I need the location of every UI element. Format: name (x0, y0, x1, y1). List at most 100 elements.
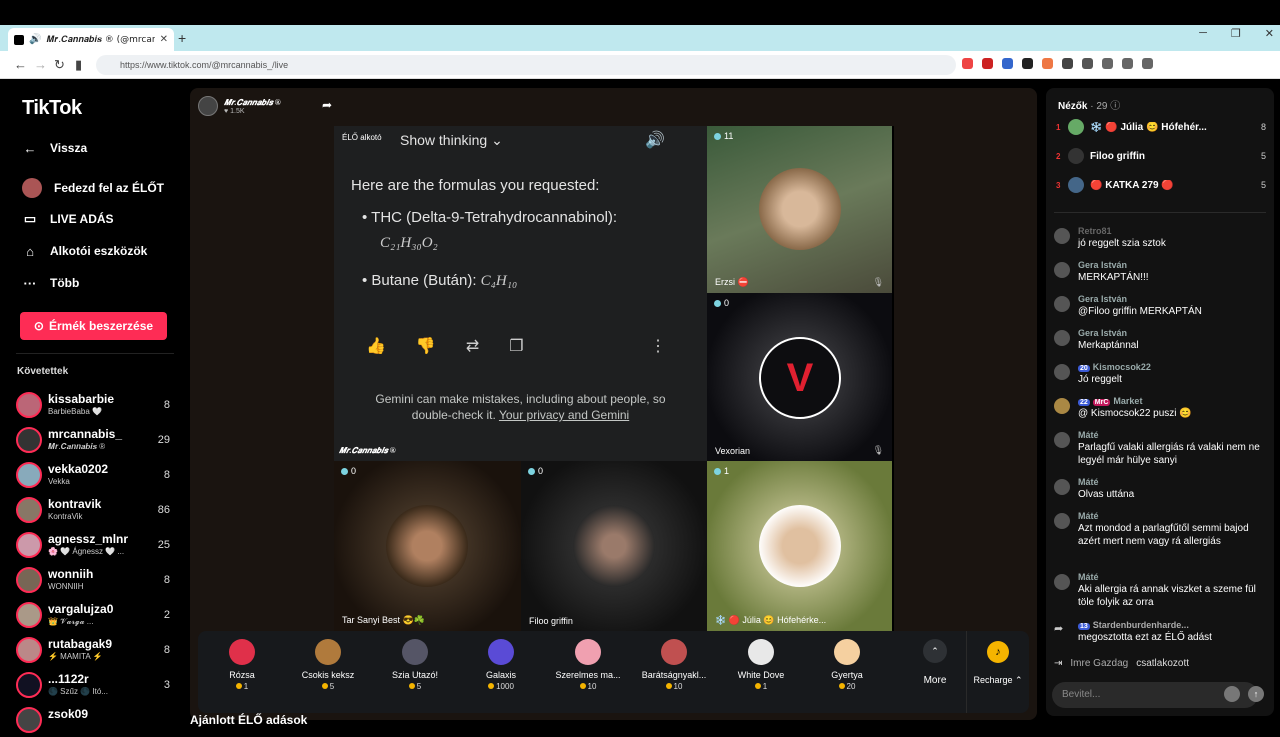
avatar[interactable] (1054, 296, 1070, 312)
guest-tile[interactable]: 0 Filoo griffin (521, 461, 707, 631)
gemini-intro: Here are the formulas you requested: (351, 177, 600, 194)
reload-icon[interactable]: ↻ (54, 57, 65, 73)
gift-item[interactable]: Galaxis 1000 (459, 639, 543, 691)
following-item[interactable]: vekka0202 Vekka 8 (16, 460, 176, 492)
gift-item[interactable]: Rózsa 1 (200, 639, 284, 691)
menu-icon[interactable] (1142, 58, 1153, 69)
new-tab-icon[interactable]: + (178, 30, 186, 46)
top-viewer[interactable]: 1 ❄️ 🔴 Júlia 😊 Hófehér... 8 (1056, 117, 1266, 137)
gift-bar: Rózsa 1 Csokis keksz 5 Szia Utazó! 5 Gal… (198, 631, 1029, 713)
close-window-icon[interactable]: ✕ (1265, 27, 1274, 40)
extension-icon[interactable] (982, 58, 993, 69)
volume-icon[interactable]: 🔊 (645, 130, 665, 150)
more-gifts-button[interactable]: ⌃ More (917, 639, 953, 686)
galaxy-gift-icon (488, 639, 514, 665)
thumbs-down-icon[interactable]: 👎 (416, 336, 436, 356)
sidebar-item-more[interactable]: ··· Több (22, 275, 80, 291)
sidebar-item-live[interactable]: ▭ LIVE ADÁS (22, 211, 114, 227)
avatar[interactable] (1054, 574, 1070, 590)
avatar[interactable] (1054, 228, 1070, 244)
privacy-link[interactable]: Your privacy and Gemini (499, 408, 629, 422)
candle-gift-icon (834, 639, 860, 665)
thumbs-up-icon[interactable]: 👍 (366, 336, 386, 356)
following-item[interactable]: wonniih WONNIIH 8 (16, 565, 176, 597)
following-item[interactable]: kissabarbie BarbieBaba 🤍 8 (16, 390, 176, 422)
extension-icon[interactable] (1062, 58, 1073, 69)
avatar[interactable] (1054, 364, 1070, 380)
guest-tile[interactable]: 1 ❄️ 🔴 Júlia 😊 Hófehérke... (707, 461, 892, 631)
speaker-icon[interactable]: 🔊 (29, 34, 41, 45)
avatar (16, 672, 42, 698)
url-field[interactable]: https://www.tiktok.com/@mrcannabis_/live (96, 55, 956, 75)
following-item[interactable]: agnessz_mlnr 🌸 🤍 Ágnessz 🤍 ... 25 (16, 530, 176, 562)
avatar (16, 637, 42, 663)
avatar[interactable] (1054, 479, 1070, 495)
avatar[interactable] (1054, 330, 1070, 346)
puzzle-icon[interactable] (1082, 58, 1093, 69)
wallet-icon[interactable] (1122, 58, 1133, 69)
extension-icon[interactable] (1022, 58, 1033, 69)
copy-icon[interactable]: ❐ (509, 336, 523, 356)
following-item[interactable]: mrcannabis_ 𝑴𝒓.𝑪𝒂𝒏𝒏𝒂𝒃𝒊𝒔 ® 29 (16, 425, 176, 457)
close-tab-icon[interactable]: ✕ (160, 34, 168, 45)
brave-icon[interactable] (962, 58, 973, 69)
following-item[interactable]: rutabagak9 ⚡ MAMITA ⚡ 8 (16, 635, 176, 667)
back-icon[interactable]: ← (14, 57, 27, 72)
host-info[interactable]: 𝑴𝒓.𝑪𝒂𝒏𝒏𝒂𝒃𝒊𝒔 ® ♥ 1.5K (198, 96, 281, 116)
share-icon: ➦ (1054, 623, 1064, 635)
muted-mic-icon: 🎙 (872, 277, 884, 287)
browser-tab[interactable]: 🔊 𝑴𝒓.𝑪𝒂𝒏𝒏𝒂𝒃𝒊𝒔 ® (@mrcannabis_ ✕ (8, 28, 174, 51)
avatar (16, 567, 42, 593)
extension-icon[interactable] (1042, 58, 1053, 69)
sidebar-icon[interactable] (1102, 58, 1113, 69)
more-vert-icon[interactable]: ⋮ (650, 336, 666, 356)
viewers-header[interactable]: Nézők · 29 ⓘ (1058, 97, 1120, 112)
gift-item[interactable]: Szerelmes ma... 10 (546, 639, 630, 691)
live-creator-badge: ÉLŐ alkotó (342, 133, 382, 142)
avatar[interactable] (1054, 513, 1070, 529)
top-viewer[interactable]: 3 🔴 KATKA 279 🔴 5 (1056, 175, 1266, 195)
avatar (16, 462, 42, 488)
avatar[interactable] (1054, 398, 1070, 414)
guest-tile[interactable]: 11 Erzsi ⛔ 🎙 (707, 126, 892, 293)
get-coins-button[interactable]: ⊙ Érmék beszerzése (20, 312, 167, 340)
guest-tile[interactable]: 0 Tar Sanyi Best 😎☘️ (334, 461, 521, 631)
gift-item[interactable]: Gyertya 20 (805, 639, 889, 691)
recharge-button[interactable]: ♪ Recharge ⌃ (966, 631, 1029, 713)
sidebar-item-creator-tools[interactable]: ⌂ Alkotói eszközök (22, 243, 147, 259)
tiktok-logo[interactable]: TikTok (22, 97, 82, 120)
gift-item[interactable]: Barátságnyakl... 10 (632, 639, 716, 691)
gift-item[interactable]: Csokis keksz 5 (286, 639, 370, 691)
share-icon[interactable]: ➦ (322, 98, 332, 112)
avatar (16, 602, 42, 628)
guest-tile[interactable]: 0 V Vexorian 🎙 (707, 293, 892, 461)
show-thinking-toggle[interactable]: Show thinking ⌄ (400, 132, 503, 149)
top-viewer[interactable]: 2 Filoo griffin 5 (1056, 146, 1266, 166)
following-item[interactable]: vargalujza0 👑 𝓥𝓪𝓻𝓰𝓪 ... 2 (16, 600, 176, 632)
avatar (16, 497, 42, 523)
minimize-icon[interactable]: ─ (1199, 27, 1207, 40)
restore-icon[interactable]: ❐ (1231, 27, 1241, 40)
bookmark-icon[interactable]: ▮ (75, 57, 82, 73)
info-icon: ⓘ (1110, 101, 1121, 112)
camera-icon: ▭ (23, 211, 37, 226)
modify-icon[interactable]: ⇄ (466, 336, 479, 356)
tab-strip: 🔊 𝑴𝒓.𝑪𝒂𝒏𝒏𝒂𝒃𝒊𝒔 ® (@mrcannabis_ ✕ (0, 25, 1280, 51)
gift-item[interactable]: Szia Utazó! 5 (373, 639, 457, 691)
ellipsis-icon: ··· (23, 275, 37, 291)
emoji-icon[interactable] (1224, 686, 1240, 702)
avatar[interactable] (1054, 262, 1070, 278)
translate-icon[interactable] (1002, 58, 1013, 69)
following-item[interactable]: zsok09 (16, 705, 176, 737)
following-item[interactable]: kontravik KontraVik 86 (16, 495, 176, 527)
avatar[interactable] (1054, 432, 1070, 448)
guest-video (573, 505, 655, 587)
tab-title: 𝑴𝒓.𝑪𝒂𝒏𝒏𝒂𝒃𝒊𝒔 ® (@mrcannabis_ (46, 34, 154, 45)
send-icon[interactable]: ↑ (1248, 686, 1264, 702)
forward-icon[interactable]: → (34, 57, 47, 72)
gift-item[interactable]: White Dove 1 (719, 639, 803, 691)
guest-video (759, 168, 841, 250)
back-link[interactable]: ← Vissza (22, 140, 88, 156)
sidebar-item-explore-live[interactable]: Fedezd fel az ÉLŐT (22, 178, 164, 198)
following-item[interactable]: ...1122r 🌑 Szűz 🌑 Itó... 3 (16, 670, 176, 702)
